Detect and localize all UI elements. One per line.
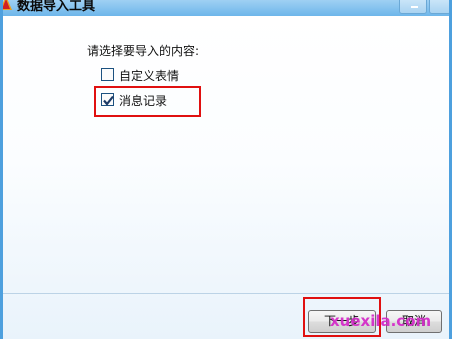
checkmark-icon xyxy=(103,95,114,106)
custom-emoticons-checkbox[interactable] xyxy=(101,68,114,81)
footer-separator xyxy=(3,293,449,294)
window-title: 数据导入工具 xyxy=(17,0,96,14)
message-history-label: 消息记录 xyxy=(119,94,168,108)
message-history-checkbox[interactable] xyxy=(101,93,114,106)
minimize-button[interactable] xyxy=(399,0,427,14)
title-bar[interactable]: 数据导入工具 xyxy=(0,0,452,16)
custom-emoticons-label: 自定义表情 xyxy=(119,69,180,83)
dialog-body xyxy=(3,16,449,339)
close-button[interactable] xyxy=(429,0,451,14)
prompt-label: 请选择要导入的内容: xyxy=(87,44,200,58)
minimize-icon xyxy=(411,6,418,8)
watermark: xuexila.com xyxy=(330,312,432,330)
